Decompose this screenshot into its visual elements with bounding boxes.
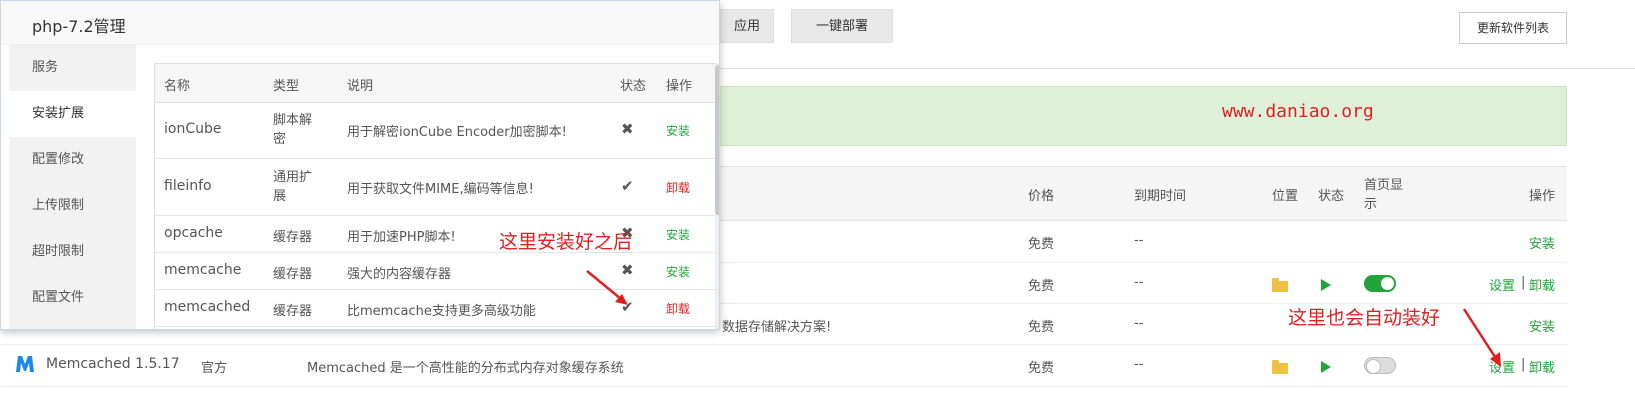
row3-expire: -- [1134,316,1144,331]
memcached-logo-icon [16,356,34,372]
row3-desc-tail: 数据存储解决方案! [722,320,832,335]
row4-uninstall-link[interactable]: 卸载 [1529,357,1555,376]
sidebar-item-upload-limit[interactable]: 上传限制 [9,183,136,229]
extension-row: fileinfo 通用扩展 用于获取文件MIME,编码等信息! ✔ 卸载 [155,159,715,216]
refresh-button-label: 更新软件列表 [1476,21,1549,35]
row-divider [0,344,1567,345]
ext-install-link[interactable]: 安装 [666,263,690,280]
scrollbar-thumb[interactable] [715,65,719,215]
row1-price: 免费 [1028,237,1055,252]
folder-icon[interactable] [1272,278,1288,292]
ext-desc: 强大的内容缓存器 [347,267,452,282]
extensions-scrollbar[interactable] [715,63,719,329]
dialog-title-bar[interactable]: php-7.2管理 [1,1,719,45]
status-check-icon: ✔ [621,177,634,195]
row4-price: 免费 [1028,361,1055,376]
ext-desc: 用于解密ionCube Encoder加密脚本! [347,125,567,140]
ext-name: memcache [164,262,242,278]
folder-icon[interactable] [1272,360,1288,374]
col-ops: 操作 [1529,189,1556,204]
ext-col-desc: 说明 [347,79,374,94]
ext-desc: 用于加速PHP脚本! [347,230,456,245]
watermark-text: www.daniao.org [1222,101,1374,122]
ext-type: 脚本解密 [273,113,313,147]
annotation-after-install: 这里安装好之后 [499,231,633,253]
homepage-toggle[interactable] [1364,357,1396,374]
row3-install-link[interactable]: 安装 [1529,316,1555,335]
status-cross-icon: ✖ [621,120,634,138]
sidebar-item-service[interactable]: 服务 [9,45,136,91]
ext-col-op: 操作 [666,79,693,94]
row2-settings-link[interactable]: 设置 [1489,275,1515,294]
homepage-toggle[interactable] [1364,275,1396,292]
arrow-icon [1462,308,1501,367]
sidebar-item-config-file[interactable]: 配置文件 [9,275,136,321]
col-price: 价格 [1028,189,1055,204]
refresh-software-list-button[interactable]: 更新软件列表 [1459,12,1567,44]
row2-sep: | [1521,275,1526,290]
ext-type: 缓存器 [273,304,313,319]
ext-desc: 比memcache支持更多高级功能 [347,304,536,319]
row2-uninstall-link[interactable]: 卸载 [1529,275,1555,294]
col-expire: 到期时间 [1134,189,1187,204]
memcached-name: Memcached 1.5.17 [46,356,180,372]
memcached-desc: Memcached 是一个高性能的分布式内存对象缓存系统 [307,361,624,376]
ext-uninstall-link[interactable]: 卸载 [666,179,690,196]
ext-install-link[interactable]: 安装 [666,226,690,243]
apps-button-label: 应用 [733,19,760,34]
extensions-table-header: 名称 类型 说明 状态 操作 [155,64,715,103]
ext-name: fileinfo [164,178,212,194]
row2-expire: -- [1134,275,1144,290]
ext-col-status: 状态 [620,79,647,94]
col-location: 位置 [1272,189,1299,204]
deploy-button-label: 一键部署 [815,19,868,34]
sidebar-item-config-edit[interactable]: 配置修改 [9,137,136,183]
divider [720,68,1635,69]
php-manager-dialog: php-7.2管理 服务 安装扩展 配置修改 上传限制 超时限制 配置文件 名称… [0,0,720,330]
row1-expire: -- [1134,233,1144,248]
play-icon[interactable] [1321,361,1331,373]
col-status: 状态 [1318,189,1345,204]
ext-type: 缓存器 [273,267,313,282]
arrow-icon [586,270,628,305]
memcached-type: 官方 [201,361,228,376]
ext-install-link[interactable]: 安装 [666,122,690,139]
row4-expire: -- [1134,357,1144,372]
dialog-title: php-7.2管理 [32,17,126,36]
play-icon[interactable] [1321,279,1331,291]
row1-install-link[interactable]: 安装 [1529,233,1555,252]
row3-price: 免费 [1028,320,1055,335]
row-divider [720,262,1567,263]
one-click-deploy-button[interactable]: 一键部署 [791,9,893,43]
ext-name: ionCube [164,121,222,137]
sidebar-item-timeout-limit[interactable]: 超时限制 [9,229,136,275]
ext-name: memcached [164,299,251,315]
row4-sep: | [1521,357,1526,372]
sidebar-item-install-extensions[interactable]: 安装扩展 [9,91,136,137]
notice-banner [720,86,1567,146]
ext-col-name: 名称 [164,79,191,94]
ext-uninstall-link[interactable]: 卸载 [666,300,690,317]
extension-row: ionCube 脚本解密 用于解密ionCube Encoder加密脚本! ✖ … [155,102,715,159]
ext-name: opcache [164,225,223,241]
annotation-auto-install: 这里也会自动装好 [1288,307,1441,329]
ext-desc: 用于获取文件MIME,编码等信息! [347,182,534,197]
row-divider [0,386,1567,387]
ext-type: 通用扩展 [273,170,313,204]
dialog-sidebar: 服务 安装扩展 配置修改 上传限制 超时限制 配置文件 [9,45,136,329]
row2-price: 免费 [1028,279,1055,294]
col-homepage: 首页显示 [1364,178,1404,212]
ext-type: 缓存器 [273,230,313,245]
ext-col-type: 类型 [273,79,300,94]
